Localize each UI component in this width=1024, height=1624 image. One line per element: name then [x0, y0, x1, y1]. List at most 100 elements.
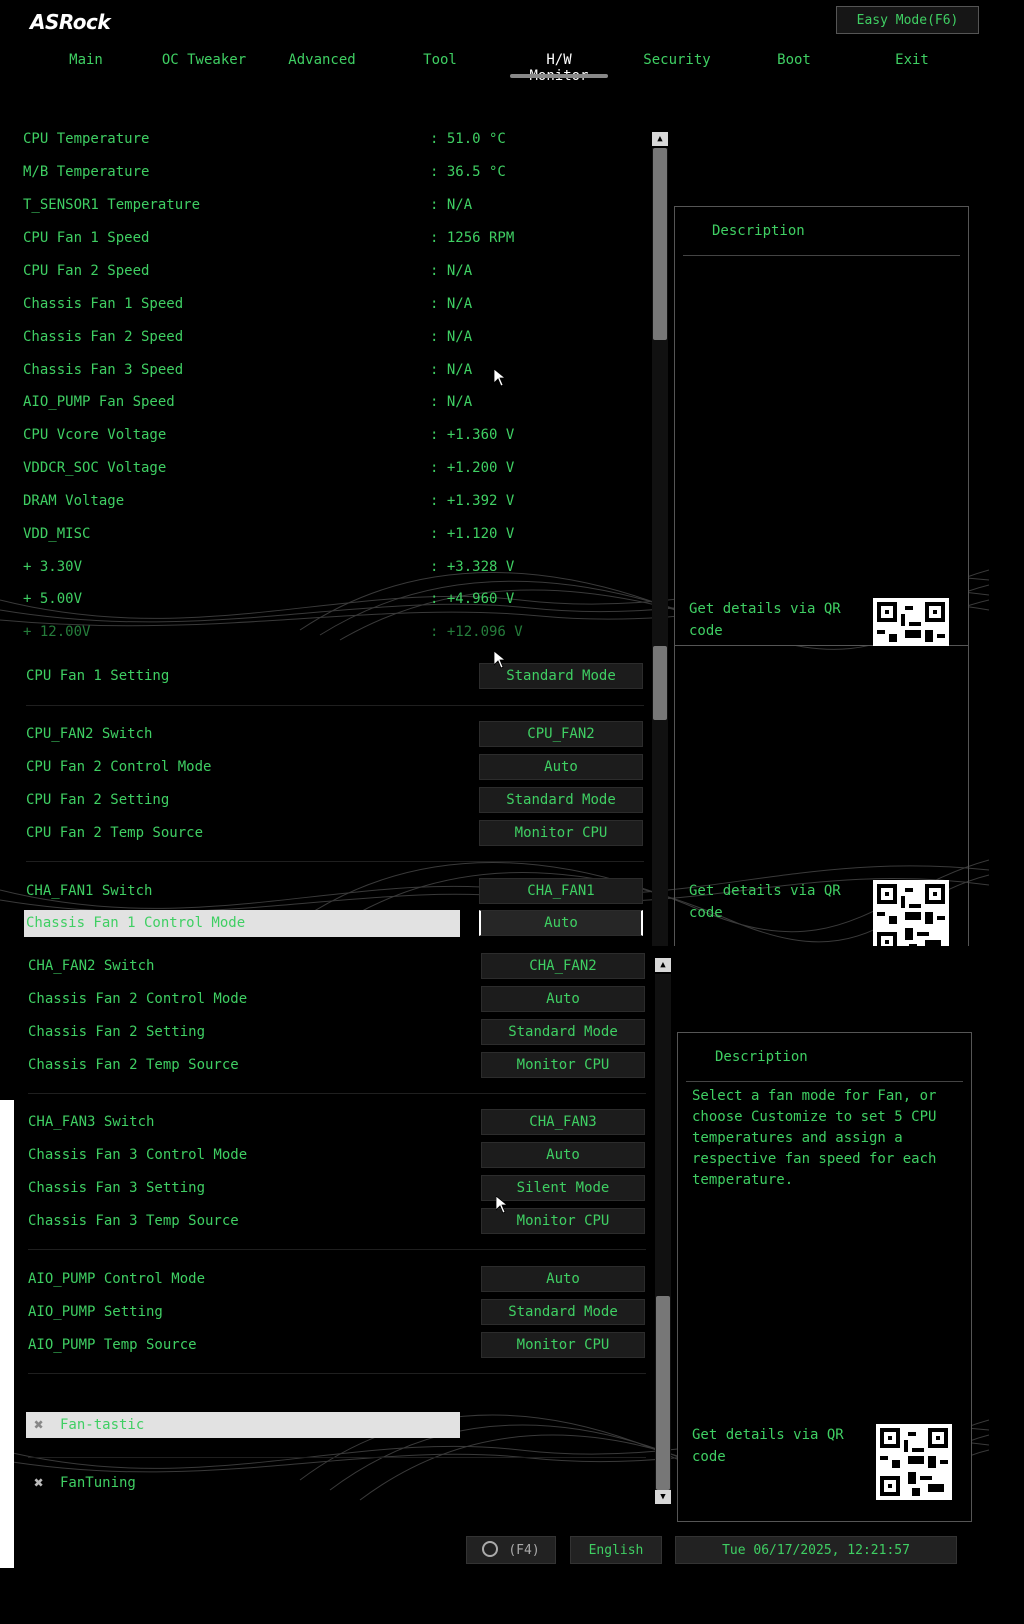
- monitor-value: : +3.328 V: [430, 559, 515, 575]
- description-title: Description: [715, 1049, 808, 1065]
- monitor-row[interactable]: CPU Vcore Voltage: +1.360 V: [23, 424, 623, 446]
- monitor-value: : N/A: [430, 329, 473, 345]
- monitor-row[interactable]: + 5.00V: +4.960 V: [23, 588, 623, 610]
- tab-tool[interactable]: Tool: [420, 52, 460, 74]
- qr-code-icon: [876, 1424, 952, 1500]
- mouse-cursor-icon: [496, 1196, 508, 1214]
- setting-value-button[interactable]: Standard Mode: [481, 1019, 645, 1045]
- setting-label: Chassis Fan 1 Control Mode: [26, 915, 246, 931]
- monitor-label: + 12.00V: [23, 624, 91, 640]
- search-hint: (F4): [508, 1542, 540, 1558]
- setting-value-button[interactable]: Monitor CPU: [479, 820, 643, 846]
- monitor-label: CPU Temperature: [23, 131, 150, 147]
- fan-tastic-item[interactable]: ✖ Fan-tastic: [26, 1412, 460, 1438]
- setting-value-button[interactable]: Monitor CPU: [481, 1332, 645, 1358]
- description-panel-border: [968, 646, 969, 946]
- monitor-value: : +1.360 V: [430, 427, 515, 443]
- monitor-row[interactable]: + 3.30V: +3.328 V: [23, 556, 623, 578]
- setting-value-button[interactable]: Standard Mode: [479, 787, 643, 813]
- scroll-down-arrow[interactable]: ▼: [655, 1490, 671, 1504]
- monitor-row[interactable]: VDD_MISC : +1.120 V: [23, 523, 623, 545]
- setting-label: AIO_PUMP Control Mode: [28, 1271, 206, 1287]
- setting-value-button[interactable]: Auto: [481, 1266, 645, 1292]
- monitor-label: CPU Fan 1 Speed: [23, 230, 150, 246]
- monitor-row[interactable]: T_SENSOR1 Temperature: N/A: [23, 194, 623, 216]
- scrollbar-thumb[interactable]: [653, 148, 667, 340]
- monitor-row[interactable]: Chassis Fan 3 Speed: N/A: [23, 359, 623, 381]
- setting-value-button[interactable]: Auto: [479, 754, 643, 780]
- fan-tastic-label: Fan-tastic: [60, 1417, 145, 1433]
- monitor-value: : 51.0 °C: [430, 131, 506, 147]
- monitor-row[interactable]: M/B Temperature: 36.5 °C: [23, 161, 623, 183]
- setting-value-button[interactable]: Auto: [481, 986, 645, 1012]
- setting-value-button[interactable]: CHA_FAN1: [479, 878, 643, 904]
- search-icon: [482, 1541, 499, 1557]
- setting-label: Chassis Fan 3 Control Mode: [28, 1147, 248, 1163]
- setting-value-button[interactable]: Monitor CPU: [481, 1052, 645, 1078]
- monitor-label: Chassis Fan 3 Speed: [23, 362, 184, 378]
- setting-label: CHA_FAN1 Switch: [26, 883, 153, 899]
- setting-value-button[interactable]: Auto: [479, 910, 643, 936]
- setting-value-button[interactable]: CHA_FAN3: [481, 1109, 645, 1135]
- fantuning-item[interactable]: ✖ FanTuning: [26, 1470, 460, 1496]
- description-title: Description: [712, 223, 805, 239]
- monitor-row[interactable]: DRAM Voltage: +1.392 V: [23, 490, 623, 512]
- monitor-label: DRAM Voltage: [23, 493, 125, 509]
- monitor-label: + 5.00V: [23, 591, 83, 607]
- setting-label: Chassis Fan 2 Setting: [28, 1024, 206, 1040]
- setting-label: CPU Fan 2 Setting: [26, 792, 170, 808]
- monitor-row[interactable]: CPU Fan 1 Speed: 1256 RPM: [23, 227, 623, 249]
- monitor-label: AIO_PUMP Fan Speed: [23, 394, 175, 410]
- setting-label: CPU_FAN2 Switch: [26, 726, 153, 742]
- setting-value-button[interactable]: CHA_FAN2: [481, 953, 645, 979]
- setting-value-button[interactable]: CPU_FAN2: [479, 721, 643, 747]
- monitor-row[interactable]: CPU Fan 2 Speed: N/A: [23, 260, 623, 282]
- scrollbar-thumb[interactable]: [653, 646, 667, 720]
- setting-value-button[interactable]: Standard Mode: [481, 1299, 645, 1325]
- monitor-label: M/B Temperature: [23, 164, 150, 180]
- qr-code-icon: [873, 598, 949, 646]
- monitor-row[interactable]: CPU Temperature : 51.0 °C: [23, 128, 623, 150]
- monitor-row[interactable]: VDDCR_SOC Voltage: +1.200 V: [23, 457, 623, 479]
- monitor-row[interactable]: AIO_PUMP Fan Speed: N/A: [23, 391, 623, 413]
- language-button[interactable]: English: [570, 1536, 662, 1564]
- monitor-label: VDD_MISC: [23, 526, 91, 542]
- tab-security[interactable]: Security: [642, 52, 712, 74]
- monitor-value: : +1.120 V: [430, 526, 515, 542]
- monitor-row[interactable]: Chassis Fan 2 Speed: N/A: [23, 326, 623, 348]
- description-divider: [683, 255, 960, 256]
- scrollbar-thumb[interactable]: [656, 1296, 670, 1490]
- monitor-value: : N/A: [430, 296, 473, 312]
- scroll-up-arrow[interactable]: ▲: [652, 132, 668, 146]
- easy-mode-button[interactable]: Easy Mode(F6): [836, 6, 979, 34]
- qr-caption: Get details via QR code: [692, 1427, 844, 1465]
- tab-oc-tweaker[interactable]: OC Tweaker: [160, 52, 248, 74]
- scroll-up-arrow[interactable]: ▲: [655, 958, 671, 972]
- setting-label: CHA_FAN3 Switch: [28, 1114, 155, 1130]
- tab-exit[interactable]: Exit: [892, 52, 932, 74]
- description-text: Select a fan mode for Fan, or choose Cus…: [692, 1088, 937, 1188]
- section-divider: [28, 1093, 646, 1094]
- section-divider: [28, 1249, 646, 1250]
- tab-boot[interactable]: Boot: [774, 52, 814, 74]
- section-divider: [28, 1373, 646, 1374]
- setting-label: Chassis Fan 3 Temp Source: [28, 1213, 239, 1229]
- setting-label: AIO_PUMP Setting: [28, 1304, 163, 1320]
- setting-label: Chassis Fan 2 Temp Source: [28, 1057, 239, 1073]
- setting-value-button[interactable]: Auto: [481, 1142, 645, 1168]
- datetime-display: Tue 06/17/2025, 12:21:57: [675, 1536, 957, 1564]
- mouse-cursor-icon: [494, 651, 506, 669]
- tab-advanced[interactable]: Advanced: [286, 52, 358, 74]
- qr-caption: Get details via QR code: [689, 601, 841, 639]
- tab-hw-monitor[interactable]: H/W Monitor: [510, 52, 608, 84]
- monitor-value: : +1.200 V: [430, 460, 515, 476]
- tab-main[interactable]: Main: [60, 52, 112, 74]
- setting-label: Chassis Fan 3 Setting: [28, 1180, 206, 1196]
- monitor-label: Chassis Fan 1 Speed: [23, 296, 184, 312]
- monitor-row[interactable]: Chassis Fan 1 Speed : N/A: [23, 293, 623, 315]
- tools-icon: ✖: [34, 1415, 44, 1434]
- search-button[interactable]: (F4): [466, 1536, 556, 1564]
- monitor-row[interactable]: + 12.00V: +12.096 V: [23, 621, 623, 643]
- fantuning-label: FanTuning: [60, 1475, 136, 1491]
- mouse-cursor-icon: [494, 369, 506, 387]
